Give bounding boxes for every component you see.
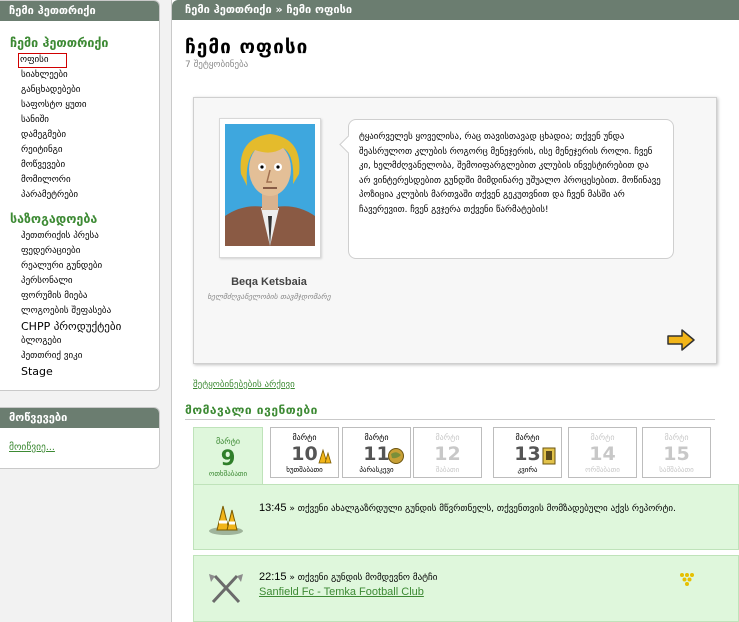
community-section-title: საზოგადოება xyxy=(10,211,98,226)
sidebar-item-label: ოფისი xyxy=(18,53,67,68)
community-item[interactable]: CHPP პროდუქტები xyxy=(0,319,159,334)
message-box: Beqa Ketsbaia ხელმძღვანელობის თავმჯდომარ… xyxy=(193,97,717,364)
sidebar-item[interactable]: დამეგმები xyxy=(0,128,159,143)
event-time: 13:45 xyxy=(259,502,287,514)
calendar-month: მარტი xyxy=(664,433,689,442)
community-item-label: პერსონალი xyxy=(21,276,73,286)
sidebar-item[interactable]: საფოსტო ყუთი xyxy=(0,98,159,113)
my-hattrick-nav: ოფისი სიახლეები განცხადებები საფოსტო ყუთი სა… xyxy=(0,53,159,203)
calendar-day[interactable]: მარტი 14 ორშაბათი xyxy=(568,427,637,478)
upcoming-events-title: მომავალი ივენთები xyxy=(185,403,318,417)
calendar-day[interactable]: მარტი 12 შაბათი xyxy=(413,427,482,478)
community-item[interactable]: ლოგოების შეფასება xyxy=(0,304,159,319)
event-description: » თქვენი ახალგაზრდული გუნდის მწვრთნელს, … xyxy=(286,504,676,514)
sidebar-item-label: საფოსტო ყუთი xyxy=(21,100,87,110)
calendar-day-number: 12 xyxy=(434,443,461,465)
calendar-month: მარტი xyxy=(435,433,460,442)
community-nav: ჰეთთრიქის პრესა ფედერაციები რეალური გუნდებ… xyxy=(0,229,159,379)
community-item[interactable]: რეალური გუნდები xyxy=(0,259,159,274)
cones-icon xyxy=(209,505,243,535)
community-item-label: რეალური გუნდები xyxy=(21,261,103,271)
breadcrumb: ჩემი ჰეთთრიქი » ჩემი ოფისი xyxy=(172,0,739,20)
left-menu-panel: ჩემი ჰეთთრიქი ჩემი ჰეთთრიქი ოფისი სიახლეე… xyxy=(0,0,160,391)
sidebar-item[interactable]: მომილორი xyxy=(0,173,159,188)
author-name: Beqa Ketsbaia xyxy=(231,276,307,288)
calendar-day-number: 14 xyxy=(589,443,616,465)
community-item[interactable]: ბლოგები xyxy=(0,334,159,349)
invite-link[interactable]: მოიწვიე... xyxy=(9,442,55,453)
calendar-weekday: შაბათი xyxy=(435,466,460,474)
sidebar-item-label: სანიში xyxy=(21,115,49,125)
community-item[interactable]: პერსონალი xyxy=(0,274,159,289)
globe-icon xyxy=(387,447,405,469)
card-icon xyxy=(542,447,556,469)
events-divider xyxy=(185,419,715,420)
event-youth-report[interactable]: 13:45 » თქვენი ახალგაზრდული გუნდის მწვრთ… xyxy=(193,484,739,550)
calendar-month: მარტი xyxy=(515,433,540,442)
sidebar-item[interactable]: სანიში xyxy=(0,113,159,128)
community-item-label: ფორუმის მიება xyxy=(21,291,88,301)
left-menu-header: ჩემი ჰეთთრიქი xyxy=(0,1,159,21)
sidebar-item-label: პარამეტრები xyxy=(21,190,79,200)
calendar-day-number: 15 xyxy=(663,443,690,465)
calendar-day[interactable]: მარტი 15 სამშაბათი xyxy=(642,427,711,478)
invites-panel: მოწვევები მოიწვიე... xyxy=(0,407,160,469)
crossed-flags-icon xyxy=(209,574,243,604)
calendar-day[interactable]: მარტი 10 ხუთშაბათი xyxy=(270,427,339,478)
calendar-day[interactable]: მარტი 11 პარასკევი xyxy=(342,427,411,478)
calendar-day-number: 9 xyxy=(220,446,236,470)
calendar-weekday: სამშაბათი xyxy=(659,466,694,474)
sidebar-item-label: სიახლეები xyxy=(21,70,68,80)
match-link[interactable]: Sanfield Fc - Temka Football Club xyxy=(259,586,424,598)
message-bubble: ტყაირველეს ყოველისა, რაც თავისთავად ცხად… xyxy=(348,119,674,259)
calendar-month: მარტი xyxy=(364,433,389,442)
author-role: ხელმძღვანელობის თავმჯდომარე xyxy=(207,292,331,301)
sidebar-item-label: დამეგმები xyxy=(21,130,67,140)
community-item-label: ბლოგები xyxy=(21,336,62,346)
event-next-match[interactable]: 22:15 » თქვენი გუნდის მომდევნო მატჩი San… xyxy=(193,555,739,622)
sidebar-item[interactable]: განცხადებები xyxy=(0,83,159,98)
message-archive-link[interactable]: შეტყობინებების არქივი xyxy=(193,380,295,390)
message-count: 7 შეტყობინება xyxy=(185,60,249,70)
calendar-weekday: ორშაბათი xyxy=(585,466,620,474)
sidebar-item[interactable]: ოფისი xyxy=(0,53,159,68)
community-item-label: ჰეთთრიქ ვიკი xyxy=(21,351,83,361)
invites-header: მოწვევები xyxy=(0,408,159,428)
my-hattrick-section-title: ჩემი ჰეთთრიქი xyxy=(10,35,109,50)
community-item-label: ლოგოების შეფასება xyxy=(21,306,112,316)
sidebar-item[interactable]: პარამეტრები xyxy=(0,188,159,203)
author-avatar xyxy=(225,124,315,246)
sidebar-item-label: რეიტინგი xyxy=(21,145,63,155)
cones-icon xyxy=(317,447,333,469)
event-youth-text: 13:45 » თქვენი ახალგაზრდული გუნდის მწვრთ… xyxy=(259,501,679,516)
calendar-day-today[interactable]: მარტი 9 ოთხშაბათი xyxy=(193,427,263,485)
event-match-text: 22:15 » თქვენი გუნდის მომდევნო მატჩი San… xyxy=(259,570,679,600)
community-item-label: CHPP პროდუქტები xyxy=(21,320,122,333)
calendar-month: მარტი xyxy=(590,433,615,442)
community-item[interactable]: ფორუმის მიება xyxy=(0,289,159,304)
community-item[interactable]: ფედერაციები xyxy=(0,244,159,259)
sidebar-item[interactable]: რეიტინგი xyxy=(0,143,159,158)
next-message-arrow-icon[interactable] xyxy=(666,328,696,352)
community-item-label: Stage xyxy=(21,365,53,378)
community-item[interactable]: ჰეთთრიქ ვიკი xyxy=(0,349,159,364)
community-item[interactable]: Stage xyxy=(0,364,159,379)
event-description: » თქვენი გუნდის მომდევნო მატჩი xyxy=(286,573,438,583)
event-time: 22:15 xyxy=(259,571,287,583)
community-item-label: ჰეთთრიქის პრესა xyxy=(21,231,99,241)
author-avatar-card xyxy=(219,118,321,258)
calendar-day[interactable]: მარტი 13 კვირა xyxy=(493,427,562,478)
sidebar-item-label: მომილორი xyxy=(21,175,71,185)
sidebar-item[interactable]: სიახლეები xyxy=(0,68,159,83)
community-item-label: ფედერაციები xyxy=(21,246,81,256)
calendar-month: მარტი xyxy=(292,433,317,442)
main-panel: ჩემი ჰეთთრიქი » ჩემი ოფისი ჩემი ოფისი 7 … xyxy=(171,0,739,622)
sidebar-item-label: მოწვევები xyxy=(21,160,66,170)
sidebar-item-label: განცხადებები xyxy=(21,85,81,95)
calendar-weekday: ოთხშაბათი xyxy=(208,470,248,478)
page-title: ჩემი ოფისი xyxy=(185,36,309,58)
match-orders-icon[interactable] xyxy=(679,572,695,586)
sidebar-item[interactable]: მოწვევები xyxy=(0,158,159,173)
community-item[interactable]: ჰეთთრიქის პრესა xyxy=(0,229,159,244)
